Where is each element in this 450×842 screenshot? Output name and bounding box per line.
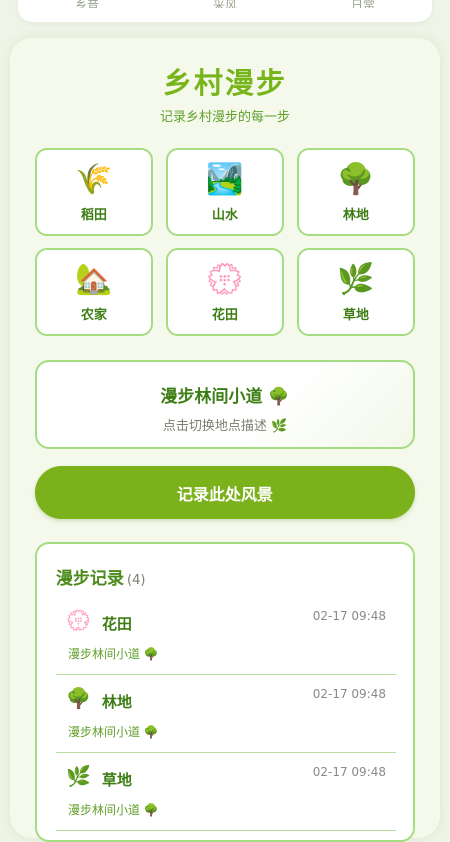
flower-icon: 💮 xyxy=(66,608,91,632)
herb-icon: 🌿 xyxy=(66,764,91,788)
list-item[interactable]: 💮 花田 02-17 09:48 漫步林间小道 🌳 xyxy=(56,597,396,675)
walk-log-title: 漫步记录 xyxy=(56,569,124,589)
place-tile-label: 稻田 xyxy=(80,207,107,223)
walk-log-heading: 漫步记录 (4) xyxy=(56,564,145,589)
place-tile-label: 山水 xyxy=(211,207,238,223)
entry-description: 漫步林间小道 🌳 xyxy=(68,803,159,817)
place-description-title: 漫步林间小道 🌳 xyxy=(160,387,290,407)
entry-name: 草地 xyxy=(102,771,133,789)
walk-log-card: 漫步记录 (4) 💮 花田 02-17 09:48 漫步林间小道 🌳 🌳 林地 0… xyxy=(35,542,415,842)
entry-name: 林地 xyxy=(102,693,133,711)
entry-time: 02-17 09:48 xyxy=(312,687,386,701)
place-tile-rice-field[interactable]: 🌾 稻田 xyxy=(35,148,153,236)
list-item[interactable]: 🌿 草地 02-17 09:48 漫步林间小道 🌳 xyxy=(56,753,396,831)
flower-icon: 💮 xyxy=(206,261,244,297)
rice-icon: 🌾 xyxy=(75,161,113,197)
page-subtitle: 记录乡村漫步的每一步 xyxy=(159,110,290,125)
place-tile-landscape[interactable]: 🏞️ 山水 xyxy=(166,148,284,236)
place-tile-flower-field[interactable]: 💮 花田 xyxy=(166,248,284,336)
tree-icon: 🌳 xyxy=(337,161,375,197)
place-tile-label: 农家 xyxy=(80,307,107,323)
landscape-icon: 🏞️ xyxy=(206,161,244,197)
entry-name: 花田 xyxy=(102,615,133,633)
place-tile-label: 林地 xyxy=(342,207,369,223)
place-tile-farmhouse[interactable]: 🏡 农家 xyxy=(35,248,153,336)
place-description-hint: 点击切换地点描述 🌿 xyxy=(162,419,288,434)
entry-time: 02-17 09:48 xyxy=(312,765,386,779)
house-icon: 🏡 xyxy=(75,261,113,297)
top-nav-item[interactable]: 日常 xyxy=(351,0,375,8)
place-tile-label: 花田 xyxy=(211,307,238,323)
tree-icon: 🌳 xyxy=(66,686,91,710)
entry-time: 02-17 09:48 xyxy=(312,609,386,623)
place-tile-label: 草地 xyxy=(342,307,369,323)
place-tile-woodland[interactable]: 🌳 林地 xyxy=(297,148,415,236)
herb-icon: 🌿 xyxy=(337,261,375,297)
entry-description: 漫步林间小道 🌳 xyxy=(68,725,159,739)
top-nav-item[interactable]: 乡音 xyxy=(75,0,99,8)
record-scenery-button[interactable]: 记录此处风景 xyxy=(35,466,415,519)
place-description-card[interactable]: 漫步林间小道 🌳 点击切换地点描述 🌿 xyxy=(35,360,415,449)
top-nav-item[interactable]: 采风 xyxy=(213,0,237,8)
entry-description: 漫步林间小道 🌳 xyxy=(68,647,159,661)
place-tile-meadow[interactable]: 🌿 草地 xyxy=(297,248,415,336)
walk-log-count: (4) xyxy=(127,573,146,588)
page-title: 乡村漫步 xyxy=(162,66,287,100)
list-item[interactable]: 🌳 林地 02-17 09:48 漫步林间小道 🌳 xyxy=(56,675,396,753)
top-nav-strip: 乡音 采风 日常 xyxy=(18,0,432,22)
